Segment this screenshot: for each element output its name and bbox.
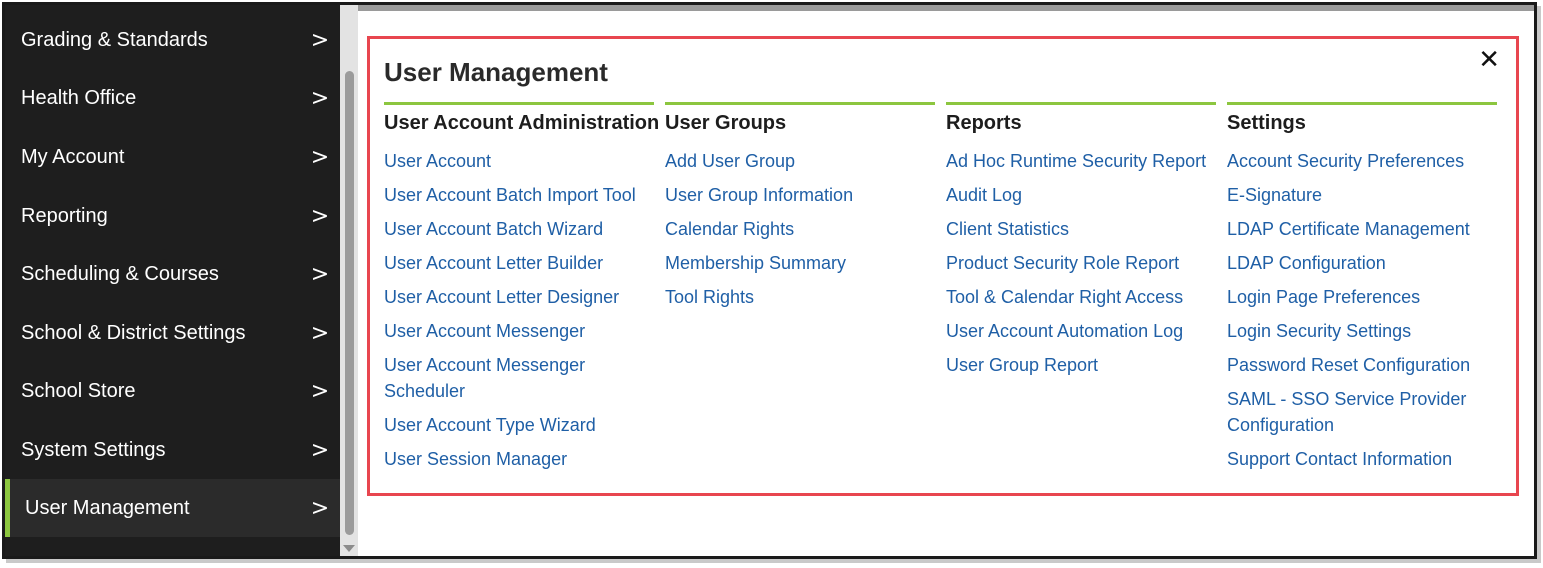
link-user-account[interactable]: User Account bbox=[384, 148, 649, 174]
column-divider bbox=[946, 102, 1216, 105]
sidebar-item-health-office[interactable]: Health Office > bbox=[5, 69, 340, 127]
sidebar-item-label: Grading & Standards bbox=[21, 28, 208, 51]
link-e-signature[interactable]: E-Signature bbox=[1227, 182, 1492, 208]
column-divider bbox=[1227, 102, 1497, 105]
link-tool-calendar-right-access[interactable]: Tool & Calendar Right Access bbox=[946, 284, 1211, 310]
link-calendar-rights[interactable]: Calendar Rights bbox=[665, 216, 930, 242]
frame-shadow-right bbox=[1537, 6, 1541, 562]
link-user-group-report[interactable]: User Group Report bbox=[946, 352, 1211, 378]
link-user-account-batch-wizard[interactable]: User Account Batch Wizard bbox=[384, 216, 649, 242]
link-login-security-settings[interactable]: Login Security Settings bbox=[1227, 318, 1492, 344]
column-heading: User Account Administration bbox=[384, 112, 660, 134]
chevron-right-icon: > bbox=[310, 144, 330, 170]
sidebar: Grading & Standards > Health Office > My… bbox=[5, 5, 340, 556]
link-user-group-information[interactable]: User Group Information bbox=[665, 182, 930, 208]
chevron-right-icon: > bbox=[310, 320, 330, 346]
sidebar-item-label: Health Office bbox=[21, 86, 137, 109]
sidebar-item-label: Scheduling & Courses bbox=[21, 262, 219, 285]
link-user-account-messenger-scheduler[interactable]: User Account Messenger Scheduler bbox=[384, 352, 649, 404]
link-saml-sso-service-provider-configuration[interactable]: SAML - SSO Service Provider Configuratio… bbox=[1227, 386, 1492, 438]
sidebar-item-label: School Store bbox=[21, 379, 136, 402]
panel-title: User Management bbox=[384, 57, 608, 87]
column-heading: User Groups bbox=[665, 112, 787, 134]
user-management-panel: User Management ✕ User Account Administr… bbox=[367, 36, 1519, 496]
sidebar-item-label: My Account bbox=[21, 145, 125, 168]
sidebar-item-school-district-settings[interactable]: School & District Settings > bbox=[5, 304, 340, 362]
link-ldap-certificate-management[interactable]: LDAP Certificate Management bbox=[1227, 216, 1492, 242]
column-divider bbox=[384, 102, 654, 105]
column-settings: Settings Account Security Preferences E-… bbox=[1227, 102, 1497, 480]
column-reports: Reports Ad Hoc Runtime Security Report A… bbox=[946, 102, 1216, 386]
chevron-right-icon: > bbox=[310, 437, 330, 463]
screenshot-frame: Grading & Standards > Health Office > My… bbox=[2, 2, 1537, 559]
column-user-account-administration: User Account Administration User Account… bbox=[384, 102, 660, 480]
link-user-account-letter-builder[interactable]: User Account Letter Builder bbox=[384, 250, 649, 276]
frame-shadow-bottom bbox=[6, 559, 1541, 563]
column-user-groups: User Groups Add User Group User Group In… bbox=[665, 102, 935, 318]
sidebar-item-school-store[interactable]: School Store > bbox=[5, 362, 340, 420]
top-divider bbox=[358, 5, 1534, 11]
sidebar-item-grading-standards[interactable]: Grading & Standards > bbox=[5, 11, 340, 69]
sidebar-item-reporting[interactable]: Reporting > bbox=[5, 187, 340, 245]
column-heading: Reports bbox=[946, 112, 1022, 134]
link-user-account-automation-log[interactable]: User Account Automation Log bbox=[946, 318, 1211, 344]
link-account-security-preferences[interactable]: Account Security Preferences bbox=[1227, 148, 1492, 174]
chevron-right-icon: > bbox=[310, 85, 330, 111]
link-user-account-batch-import-tool[interactable]: User Account Batch Import Tool bbox=[384, 182, 649, 208]
chevron-right-icon: > bbox=[310, 27, 330, 53]
link-membership-summary[interactable]: Membership Summary bbox=[665, 250, 930, 276]
chevron-right-icon: > bbox=[310, 261, 330, 287]
link-ldap-configuration[interactable]: LDAP Configuration bbox=[1227, 250, 1492, 276]
sidebar-item-label: System Settings bbox=[21, 438, 166, 461]
link-ad-hoc-runtime-security-report[interactable]: Ad Hoc Runtime Security Report bbox=[946, 148, 1211, 174]
link-user-account-letter-designer[interactable]: User Account Letter Designer bbox=[384, 284, 649, 310]
column-divider bbox=[665, 102, 935, 105]
link-audit-log[interactable]: Audit Log bbox=[946, 182, 1211, 208]
link-user-session-manager[interactable]: User Session Manager bbox=[384, 446, 649, 472]
sidebar-item-label: Reporting bbox=[21, 204, 108, 227]
sidebar-item-label: School & District Settings bbox=[21, 321, 246, 344]
link-login-page-preferences[interactable]: Login Page Preferences bbox=[1227, 284, 1492, 310]
scroll-down-arrow-icon[interactable] bbox=[343, 545, 355, 552]
column-heading: Settings bbox=[1227, 112, 1306, 134]
link-add-user-group[interactable]: Add User Group bbox=[665, 148, 930, 174]
link-client-statistics[interactable]: Client Statistics bbox=[946, 216, 1211, 242]
sidebar-item-label: User Management bbox=[25, 496, 190, 519]
chevron-right-icon: > bbox=[310, 378, 330, 404]
scrollbar-thumb[interactable] bbox=[345, 71, 354, 535]
sidebar-item-my-account[interactable]: My Account > bbox=[5, 128, 340, 186]
close-icon[interactable]: ✕ bbox=[1478, 45, 1500, 75]
sidebar-item-scheduling-courses[interactable]: Scheduling & Courses > bbox=[5, 245, 340, 303]
sidebar-item-user-management[interactable]: User Management > bbox=[5, 479, 340, 537]
sidebar-scrollbar[interactable] bbox=[340, 5, 358, 556]
sidebar-item-system-settings[interactable]: System Settings > bbox=[5, 421, 340, 479]
link-product-security-role-report[interactable]: Product Security Role Report bbox=[946, 250, 1211, 276]
chevron-right-icon: > bbox=[310, 203, 330, 229]
link-support-contact-information[interactable]: Support Contact Information bbox=[1227, 446, 1492, 472]
chevron-right-icon: > bbox=[310, 495, 330, 521]
link-password-reset-configuration[interactable]: Password Reset Configuration bbox=[1227, 352, 1492, 378]
link-tool-rights[interactable]: Tool Rights bbox=[665, 284, 930, 310]
link-user-account-messenger[interactable]: User Account Messenger bbox=[384, 318, 649, 344]
link-user-account-type-wizard[interactable]: User Account Type Wizard bbox=[384, 412, 649, 438]
